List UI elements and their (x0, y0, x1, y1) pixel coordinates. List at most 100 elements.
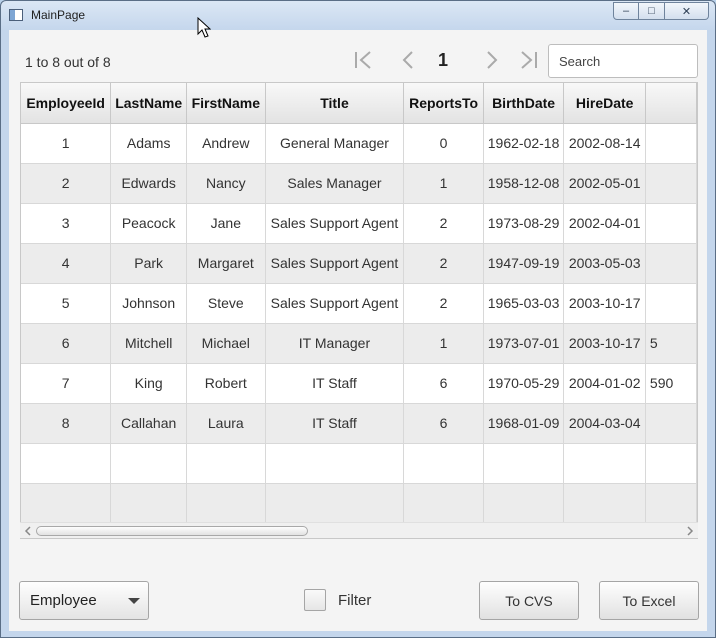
first-page-icon (355, 51, 371, 69)
minimize-button[interactable]: – (613, 2, 639, 20)
column-header-birthdate[interactable]: BirthDate (483, 83, 565, 124)
table-body: 1 Adams Andrew General Manager 0 1962-02-18 20… (21, 123, 697, 524)
table-cell: Mitchell (110, 323, 188, 364)
table-cell (563, 483, 646, 524)
table-cell: 4 (21, 243, 112, 284)
table-cell: 590 (645, 363, 697, 404)
table-cell: 1970-05-29 (483, 363, 565, 404)
table-cell (483, 443, 565, 484)
table-row[interactable]: 5 Johnson Steve Sales Support Agent 2 1965-03… (21, 283, 697, 324)
table-cell: 2002-08-14 (563, 123, 646, 164)
table-cell: Sales Manager (265, 163, 405, 204)
last-page-icon (521, 51, 537, 69)
column-header-employeeid[interactable]: EmployeeId (21, 83, 112, 124)
column-header-next[interactable] (645, 83, 697, 124)
previous-page-button[interactable] (393, 44, 423, 76)
table-cell: General Manager (265, 123, 405, 164)
column-header-firstname[interactable]: FirstName (186, 83, 266, 124)
table-cell: 2 (403, 203, 484, 244)
table-row[interactable]: 4 Park Margaret Sales Support Agent 2 1947-09… (21, 243, 697, 284)
table-cell: 6 (21, 323, 112, 364)
table-cell: King (110, 363, 188, 404)
table-cell: 0 (403, 123, 484, 164)
export-csv-button[interactable]: To CVS (479, 581, 579, 620)
table-cell: 1973-07-01 (483, 323, 565, 364)
table-cell: IT Manager (265, 323, 405, 364)
table-cell (186, 483, 266, 524)
table-cell: Johnson (110, 283, 188, 324)
table-cell: 2003-10-17 (563, 323, 646, 364)
search-input[interactable] (548, 44, 698, 78)
scroll-right-icon[interactable] (683, 524, 697, 538)
content-area: 1 to 8 out of 8 1 Search EmployeeId Last… (9, 30, 707, 631)
entity-select[interactable]: Employee (19, 581, 149, 620)
first-page-button[interactable] (349, 44, 379, 76)
table-row[interactable] (21, 443, 697, 484)
table-cell (265, 443, 405, 484)
table-cell: IT Staff (265, 363, 405, 404)
scroll-left-icon[interactable] (21, 524, 35, 538)
table-cell: 2 (21, 163, 112, 204)
current-page-number: 1 (437, 50, 448, 70)
page-info-label: 1 to 8 out of 8 (25, 54, 111, 70)
table-row[interactable]: 3 Peacock Jane Sales Support Agent 2 1973-08-… (21, 203, 697, 244)
table-cell: Callahan (110, 403, 188, 444)
table-cell: 2003-05-03 (563, 243, 646, 284)
table-cell (265, 483, 405, 524)
table-cell: 2003-10-17 (563, 283, 646, 324)
table-cell: Sales Support Agent (265, 203, 405, 244)
export-excel-button[interactable]: To Excel (599, 581, 699, 620)
table-cell: Park (110, 243, 188, 284)
mouse-cursor-icon (197, 17, 211, 38)
table-cell: 5 (21, 283, 112, 324)
table-row[interactable]: 2 Edwards Nancy Sales Manager 1 1958-12-08 200… (21, 163, 697, 204)
header-row: EmployeeId LastName FirstName Title Repo… (21, 83, 697, 124)
table-cell: Adams (110, 123, 188, 164)
table-cell (563, 443, 646, 484)
scrollbar-thumb[interactable] (36, 526, 308, 536)
close-button[interactable]: ✕ (665, 2, 709, 20)
table-cell (483, 483, 565, 524)
table-cell: Sales Support Agent (265, 283, 405, 324)
next-page-button[interactable] (477, 44, 507, 76)
filter-checkbox[interactable] (304, 589, 326, 611)
horizontal-scrollbar[interactable] (20, 522, 698, 538)
last-page-button[interactable] (513, 44, 543, 76)
table-cell (645, 123, 697, 164)
column-header-hiredate[interactable]: HireDate (563, 83, 646, 124)
title-bar[interactable]: MainPage – □ ✕ (1, 1, 715, 29)
table-cell (186, 443, 266, 484)
table-cell: Edwards (110, 163, 188, 204)
table-cell: 2002-04-01 (563, 203, 646, 244)
table-cell: 1947-09-19 (483, 243, 565, 284)
table-cell: Sales Support Agent (265, 243, 405, 284)
table-row[interactable]: 7 King Robert IT Staff 6 1970-05-29 2004-01-02… (21, 363, 697, 404)
maximize-button[interactable]: □ (639, 2, 665, 20)
column-header-title[interactable]: Title (265, 83, 405, 124)
entity-select-value: Employee (30, 592, 97, 609)
table-cell: 7 (21, 363, 112, 404)
table-cell: 1965-03-03 (483, 283, 565, 324)
table-cell: 1 (403, 323, 484, 364)
table-row[interactable]: 1 Adams Andrew General Manager 0 1962-02-18 20… (21, 123, 697, 164)
window-title: MainPage (31, 8, 86, 22)
column-header-lastname[interactable]: LastName (110, 83, 188, 124)
table-cell: 2 (403, 283, 484, 324)
table-row[interactable] (21, 483, 697, 524)
table-row[interactable]: 6 Mitchell Michael IT Manager 1 1973-07-01 200… (21, 323, 697, 364)
table-cell: 1962-02-18 (483, 123, 565, 164)
table-cell (645, 283, 697, 324)
table-cell: 1958-12-08 (483, 163, 565, 204)
table-cell: IT Staff (265, 403, 405, 444)
table-row[interactable]: 8 Callahan Laura IT Staff 6 1968-01-09 2004-03… (21, 403, 697, 444)
table-cell: 1968-01-09 (483, 403, 565, 444)
table-cell: Andrew (186, 123, 266, 164)
table-cell: 6 (403, 363, 484, 404)
employee-table[interactable]: EmployeeId LastName FirstName Title Repo… (20, 82, 698, 539)
column-header-reportsto[interactable]: ReportsTo (403, 83, 484, 124)
table-cell: Michael (186, 323, 266, 364)
next-page-icon (487, 51, 498, 69)
table-cell (403, 443, 484, 484)
table-cell (645, 203, 697, 244)
table-cell: 8 (21, 403, 112, 444)
